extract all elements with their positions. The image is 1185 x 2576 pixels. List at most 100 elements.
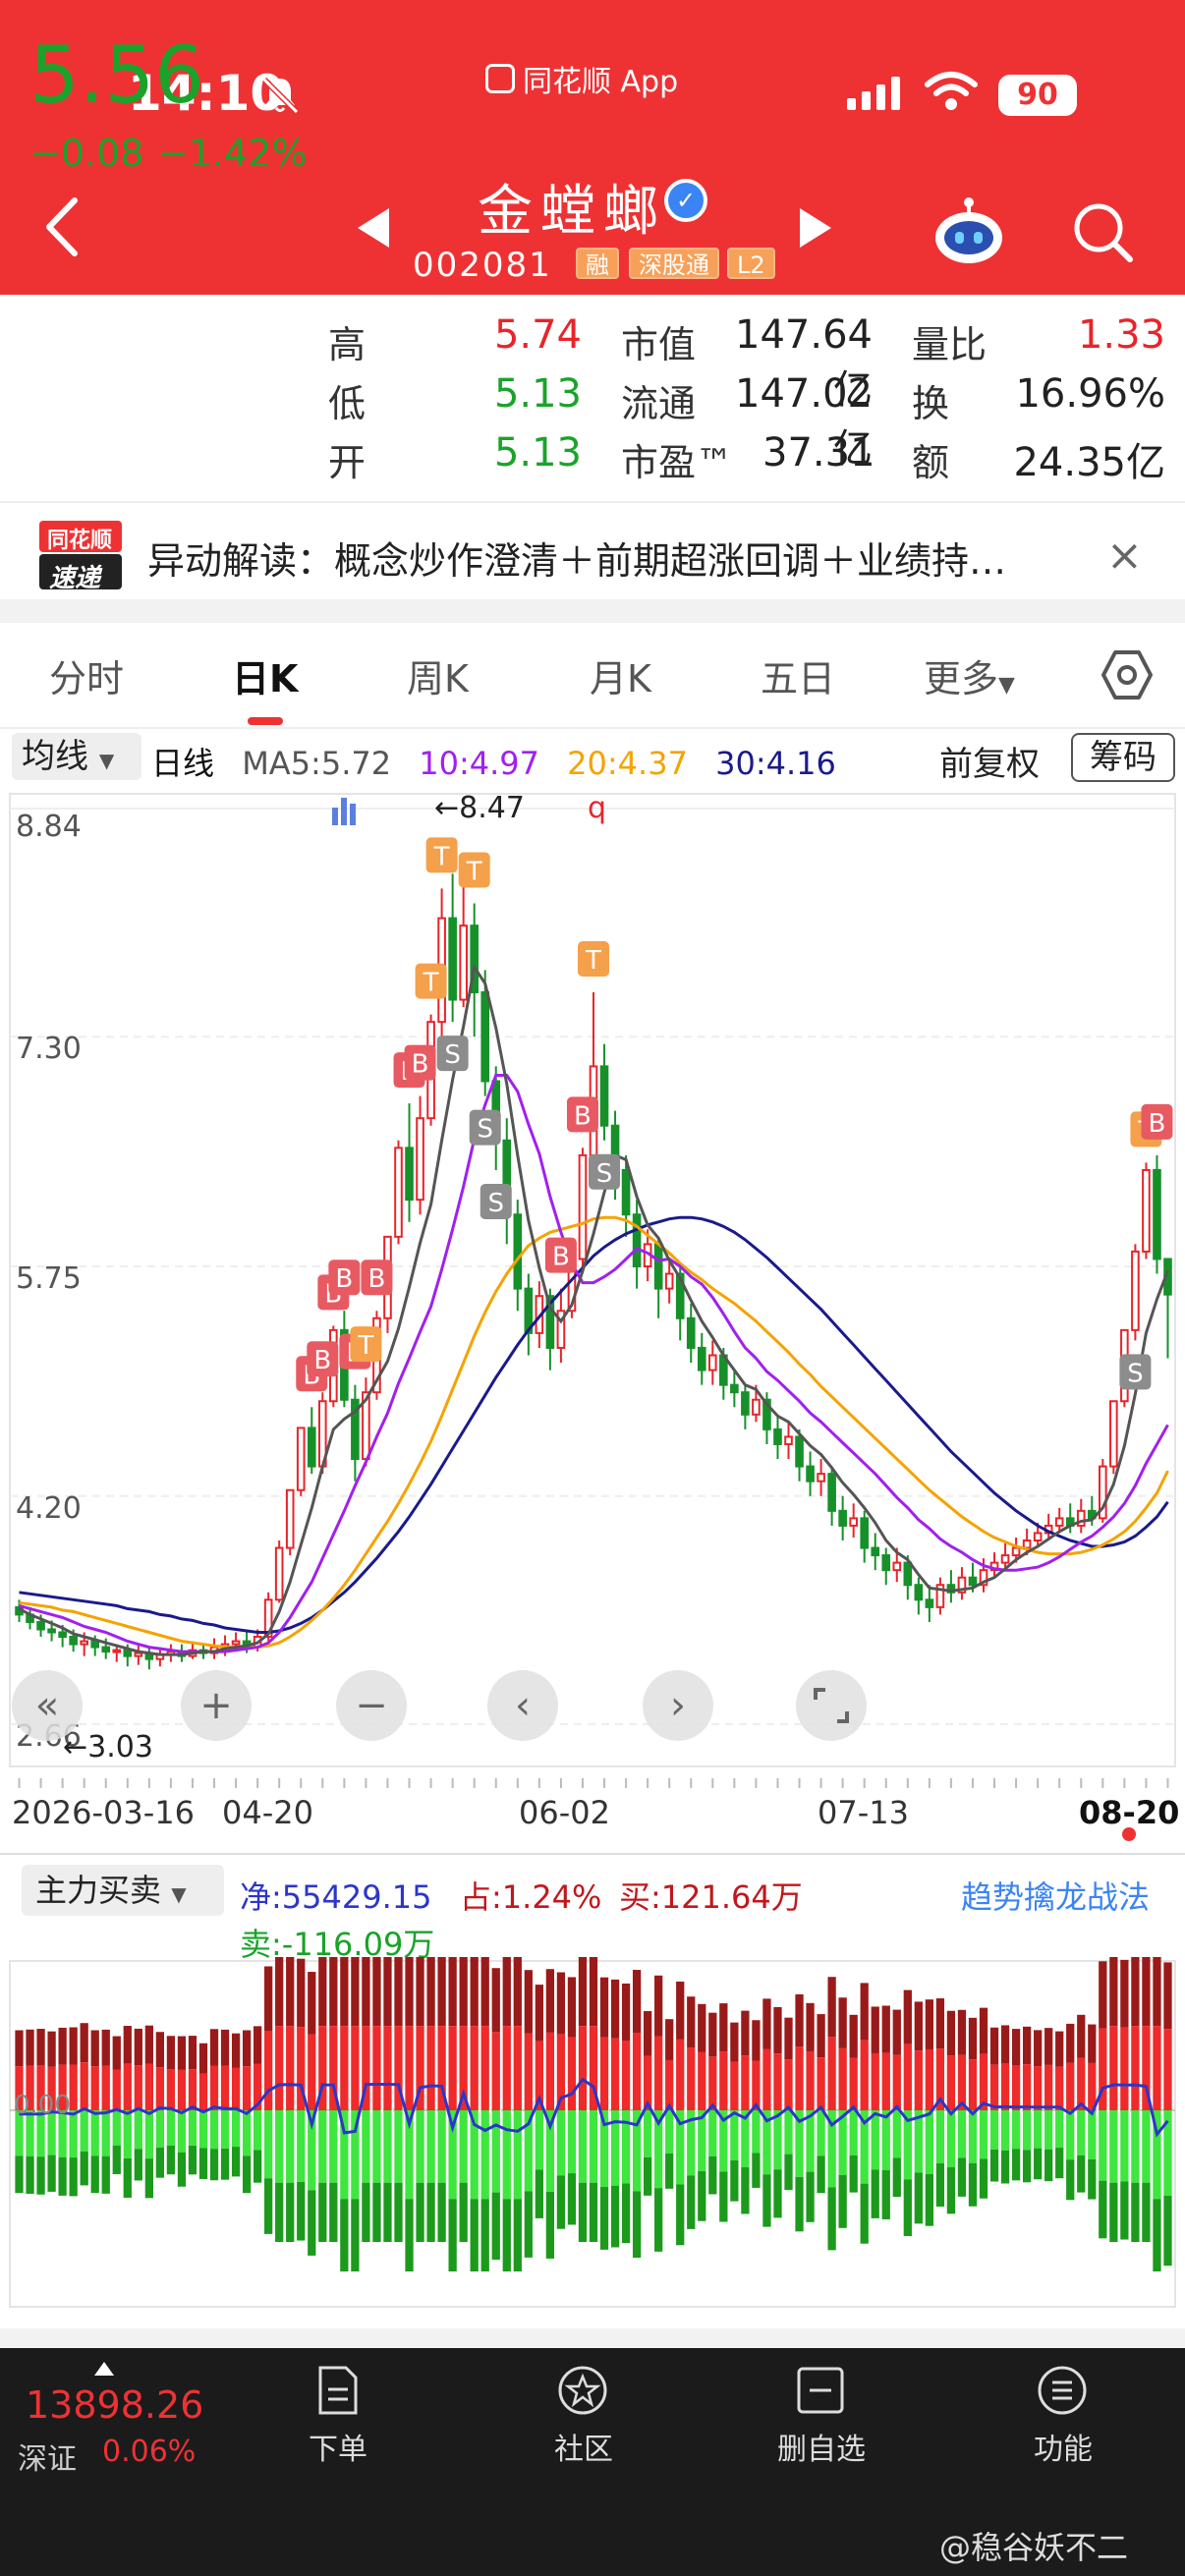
- candle-body: [860, 1517, 870, 1549]
- flow-sell-large-bar: [26, 2156, 34, 2194]
- tab-monthly-k[interactable]: 月K: [590, 648, 651, 702]
- indicator-select-label: 均线: [22, 737, 88, 776]
- flow-sell-bar: [1099, 2110, 1107, 2181]
- candle-body: [806, 1465, 815, 1483]
- flow-sell-bar: [112, 2110, 121, 2146]
- flow-sell-bar: [383, 2110, 392, 2183]
- candle-body: [632, 1213, 642, 1267]
- flow-sell-large-bar: [730, 2159, 739, 2202]
- flow-buy-large-bar: [925, 1999, 934, 2049]
- period-label: 日线: [151, 745, 215, 782]
- flow-buy-large-bar: [470, 1957, 479, 2027]
- flow-sell-bar: [957, 2110, 967, 2158]
- flow-buy-large-bar: [784, 2017, 793, 2060]
- flow-buy-large-bar: [1011, 2029, 1021, 2066]
- tab-five-day[interactable]: 五日: [761, 648, 835, 702]
- fullscreen-button[interactable]: [796, 1670, 867, 1741]
- chips-button[interactable]: 筹码: [1071, 733, 1175, 782]
- remove-watchlist-icon[interactable]: [794, 2364, 847, 2417]
- flow-sell-bar: [394, 2110, 403, 2183]
- flow-sell-large-bar: [1088, 2158, 1097, 2200]
- candle-body: [274, 1546, 284, 1601]
- flow-buy-bar: [676, 2039, 685, 2110]
- candle-body: [513, 1213, 523, 1290]
- flow-sell-large-bar: [308, 2190, 316, 2256]
- price-adjust-toggle[interactable]: 前复权: [939, 737, 1040, 785]
- flow-sell-large-bar: [58, 2156, 67, 2196]
- scroll-left-button[interactable]: ‹: [487, 1670, 558, 1741]
- community-star-icon[interactable]: [556, 2364, 609, 2417]
- nav-remove-watchlist[interactable]: 删自选: [753, 2425, 890, 2468]
- nav-order[interactable]: 下单: [269, 2425, 407, 2468]
- flow-buy-bar: [134, 2065, 142, 2110]
- buy-marker-label: B: [574, 1101, 592, 1131]
- flow-sell-bar: [665, 2110, 674, 2154]
- order-document-icon[interactable]: [310, 2364, 364, 2417]
- prev-stock-arrow-icon[interactable]: [354, 206, 393, 250]
- flow-buy-large-bar: [231, 2033, 241, 2068]
- close-icon[interactable]: ×: [1106, 531, 1143, 581]
- flow-indicator-select[interactable]: 主力买卖 ▼: [22, 1865, 224, 1916]
- candle-body: [925, 1598, 934, 1608]
- divider: [0, 599, 1185, 623]
- nav-community[interactable]: 社区: [515, 2425, 652, 2468]
- source-app-link[interactable]: 同花顺 App: [485, 57, 678, 100]
- flow-sell-large-bar: [15, 2156, 24, 2194]
- menu-icon[interactable]: [1036, 2364, 1089, 2417]
- flow-sell-bar: [318, 2110, 327, 2183]
- flow-buy-large-bar: [676, 1981, 685, 2040]
- flow-sell-large-bar: [264, 2178, 273, 2234]
- flow-sell-large-bar: [741, 2167, 750, 2214]
- scroll-right-button[interactable]: ›: [643, 1670, 713, 1741]
- flow-buy-large-bar: [860, 1983, 869, 2041]
- t-marker-label: T: [585, 946, 601, 976]
- search-icon[interactable]: [1071, 200, 1134, 263]
- next-stock-arrow-icon[interactable]: [796, 206, 835, 250]
- flow-sell-large-bar: [36, 2156, 45, 2195]
- flow-buy-large-bar: [795, 1993, 804, 2047]
- collapse-button[interactable]: «: [12, 1670, 83, 1741]
- flow-buy-large-bar: [123, 2026, 132, 2064]
- sell-marker-label: S: [1127, 1359, 1144, 1388]
- kline-chart[interactable]: 8.847.305.754.202.66BBBBBTBBBTTSTSSBBTSS…: [0, 786, 1185, 1778]
- flow-sell-bar: [968, 2110, 978, 2163]
- flow-buy-bar: [480, 2026, 489, 2110]
- flow-sell-bar: [416, 2110, 424, 2183]
- flow-sell-large-bar: [242, 2156, 252, 2194]
- flow-buy-large-bar: [47, 2031, 56, 2067]
- tab-weekly-k[interactable]: 周K: [407, 648, 469, 702]
- flow-buy-bar: [340, 2026, 349, 2110]
- tab-intraday[interactable]: 分时: [49, 648, 124, 702]
- flow-sell-large-bar: [220, 2148, 230, 2180]
- settings-hexagon-icon[interactable]: [1100, 648, 1154, 701]
- flow-buy-large-bar: [762, 1998, 771, 2049]
- bar-chart-icon: [332, 798, 356, 825]
- news-headline[interactable]: 异动解读：概念炒作澄清＋前期超涨回调＋业绩持…: [147, 531, 1006, 585]
- index-value[interactable]: 13898.26: [26, 2383, 203, 2427]
- zoom-in-button[interactable]: +: [181, 1670, 252, 1741]
- flow-sell-large-bar: [231, 2147, 241, 2177]
- flow-buy-bar: [502, 2026, 511, 2110]
- strategy-link[interactable]: 趋势擒龙战法: [961, 1873, 1150, 1918]
- watermark: @稳谷妖不二: [939, 2529, 1129, 2566]
- pe-value: 37.31: [762, 430, 875, 476]
- flow-sell-large-bar: [394, 2182, 403, 2242]
- flow-sell-large-bar: [112, 2145, 121, 2174]
- nav-functions[interactable]: 功能: [994, 2425, 1132, 2468]
- flow-sell-large-bar: [47, 2155, 56, 2192]
- high-value: 5.74: [493, 312, 582, 358]
- flow-sell-bar: [491, 2110, 500, 2193]
- divider: [0, 727, 1185, 729]
- tab-daily-k[interactable]: 日K: [232, 648, 298, 702]
- flow-buy-large-bar: [946, 2010, 956, 2056]
- tab-more[interactable]: 更多▼: [924, 648, 1015, 702]
- flow-buy-large-bar: [838, 1997, 847, 2048]
- buy-marker-label: B: [335, 1264, 353, 1294]
- candle-body: [838, 1509, 847, 1527]
- candle-body: [773, 1428, 782, 1445]
- y-tick-label: 8.84: [16, 810, 82, 844]
- indicator-select[interactable]: 均线 ▼: [12, 733, 141, 780]
- zoom-out-button[interactable]: −: [336, 1670, 407, 1741]
- back-arrow-icon[interactable]: [39, 193, 88, 261]
- robot-assistant-icon[interactable]: [930, 193, 1008, 271]
